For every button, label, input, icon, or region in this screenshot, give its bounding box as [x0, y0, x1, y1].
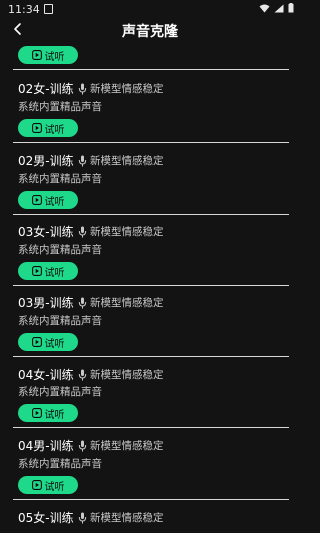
voice-description: 系统内置精品声音 — [18, 244, 102, 256]
voice-name: 05女-训练 — [18, 511, 74, 525]
voice-name: 02男-训练 — [18, 154, 74, 168]
divider — [13, 499, 289, 500]
voice-tag-label: 新模型情感稳定 — [90, 440, 164, 452]
status-time: 11:34 — [8, 3, 40, 16]
play-sample-button[interactable]: 试听 — [18, 262, 78, 280]
play-sample-label: 试听 — [44, 267, 65, 279]
play-sample-label: 试听 — [44, 409, 65, 421]
divider — [13, 356, 289, 357]
play-icon — [31, 123, 42, 133]
microphone-icon — [78, 226, 87, 237]
divider — [13, 214, 289, 215]
divider — [13, 285, 289, 286]
microphone-icon — [78, 83, 87, 94]
play-sample-label: 试听 — [44, 51, 65, 63]
app-header: 声音克隆 — [0, 18, 300, 44]
voice-tag: 新模型情感稳定 — [78, 81, 164, 96]
play-sample-button[interactable]: 试听 — [18, 191, 78, 209]
voice-name: 02女-训练 — [18, 82, 74, 96]
microphone-icon — [78, 440, 87, 451]
voice-name: 04女-训练 — [18, 368, 74, 382]
signal-icon — [274, 4, 284, 12]
divider — [13, 142, 289, 143]
voice-tag-label: 新模型情感稳定 — [90, 155, 164, 167]
divider — [13, 427, 289, 428]
voice-description: 系统内置精品声音 — [18, 101, 102, 113]
voice-tag: 新模型情感稳定 — [78, 510, 164, 525]
voice-name: 03女-训练 — [18, 225, 74, 239]
play-sample-label: 试听 — [44, 338, 65, 350]
status-bar: 11:34 — [0, 0, 300, 18]
play-icon — [31, 266, 42, 276]
divider — [13, 69, 289, 70]
page-title: 声音克隆 — [122, 24, 178, 40]
microphone-icon — [78, 297, 87, 308]
wifi-icon — [259, 4, 270, 12]
voice-description: 系统内置精品声音 — [18, 315, 102, 327]
play-sample-label: 试听 — [44, 124, 65, 136]
voice-description: 系统内置精品声音 — [18, 458, 102, 470]
play-sample-button[interactable]: 试听 — [18, 476, 78, 494]
play-icon — [31, 337, 42, 347]
play-sample-button[interactable]: 试听 — [18, 404, 78, 422]
play-icon — [31, 480, 42, 490]
play-icon — [31, 195, 42, 205]
microphone-icon — [78, 369, 87, 380]
voice-tag-label: 新模型情感稳定 — [90, 297, 164, 309]
voice-name: 04男-训练 — [18, 439, 74, 453]
play-sample-button[interactable]: 试听 — [18, 119, 78, 137]
voice-tag: 新模型情感稳定 — [78, 367, 164, 382]
play-sample-button[interactable]: 试听 — [18, 333, 78, 351]
voice-tag-label: 新模型情感稳定 — [90, 369, 164, 381]
voice-description: 系统内置精品声音 — [18, 386, 102, 398]
voice-tag: 新模型情感稳定 — [78, 438, 164, 453]
voice-tag: 新模型情感稳定 — [78, 224, 164, 239]
voice-tag: 新模型情感稳定 — [78, 153, 164, 168]
play-sample-label: 试听 — [44, 196, 65, 208]
voice-tag: 新模型情感稳定 — [78, 295, 164, 310]
notification-icon — [44, 4, 53, 14]
play-icon — [31, 408, 42, 418]
microphone-icon — [78, 155, 87, 166]
play-icon — [31, 50, 42, 60]
voice-description: 系统内置精品声音 — [18, 173, 102, 185]
status-icons — [259, 3, 294, 13]
voice-tag-label: 新模型情感稳定 — [90, 226, 164, 238]
microphone-icon — [78, 512, 87, 523]
voice-tag-label: 新模型情感稳定 — [90, 83, 164, 95]
play-sample-button[interactable]: 试听 — [18, 46, 78, 64]
play-sample-label: 试听 — [44, 481, 65, 493]
battery-icon — [288, 3, 294, 13]
voice-tag-label: 新模型情感稳定 — [90, 512, 164, 524]
voice-name: 03男-训练 — [18, 296, 74, 310]
